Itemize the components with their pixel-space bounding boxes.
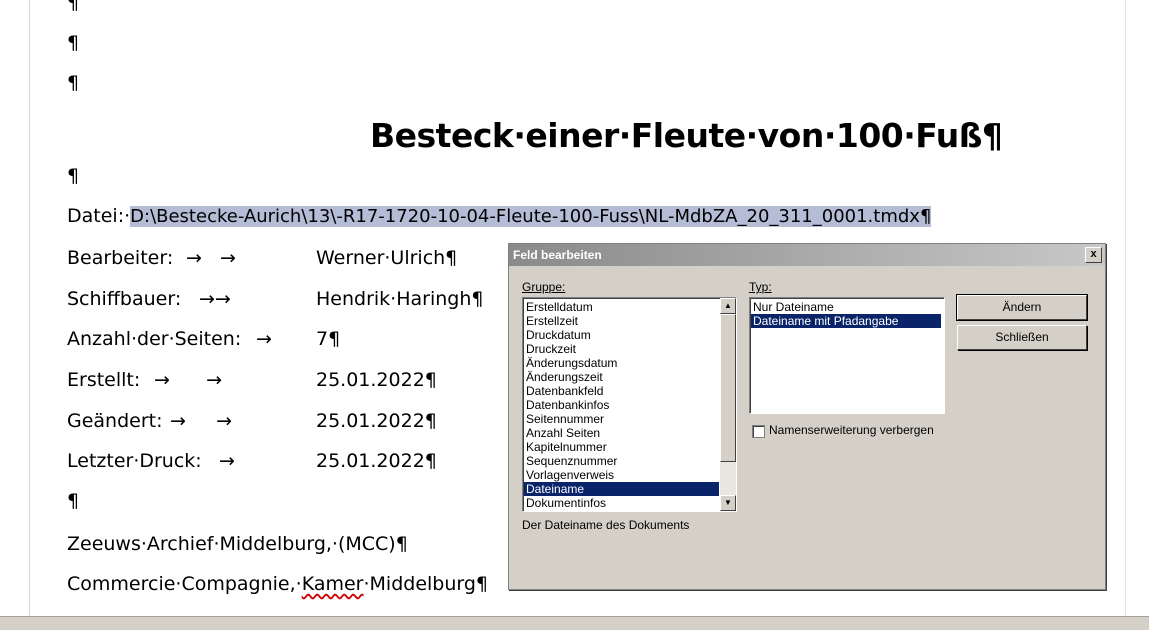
pilcrow-line-3: ¶ [67,72,80,94]
pilcrow-line-1: ¶ [67,0,80,14]
footer-line-2-part-a: Commercie·Compagnie,· [67,573,302,595]
typ-item[interactable]: Nur Dateiname [751,300,941,314]
gruppe-scrollbar[interactable]: ▲ ▼ [720,298,736,511]
field-label-anzahl-seiten: Anzahl·der·Seiten: [67,328,242,350]
datei-line: Datei:·D:\Bestecke-Aurich\13\-R17-1720-1… [67,204,932,229]
right-margin-line [1125,0,1126,616]
field-label-erstellt: Erstellt: [67,369,141,391]
field-value-erstellt: 25.01.2022¶ [316,369,437,391]
schliessen-button[interactable]: Schließen [957,325,1087,350]
gruppe-item[interactable]: Druckzeit [524,342,719,356]
field-value-bearbeiter: Werner·Ulrich¶ [316,247,458,269]
field-value-schiffbauer: Hendrik·Haringh¶ [316,288,484,310]
field-label-bearbeiter: Bearbeiter: [67,247,174,269]
gruppe-listbox[interactable]: Erstelldatum Erstellzeit Druckdatum Druckze… [522,297,737,512]
field-label-schiffbauer: Schiffbauer: [67,288,182,310]
aendern-button[interactable]: Ändern [956,294,1088,321]
typ-label: Typ: [749,280,772,294]
typ-list: Nur Dateiname Dateiname mit Pfadangabe [751,300,941,328]
gruppe-item[interactable]: Druckdatum [524,328,719,342]
dialog-title: Feld bearbeiten [513,248,602,262]
gruppe-item[interactable]: Kapitelnummer [524,440,719,454]
gruppe-item[interactable]: Dokumentinfos [524,496,719,510]
bottom-scrollbar-area[interactable] [0,616,1149,630]
datei-path-field[interactable]: D:\Bestecke-Aurich\13\-R17-1720-10-04-Fl… [130,206,932,227]
gruppe-item[interactable]: Vorlagenverweis [524,468,719,482]
tab-arrows: → [256,328,272,350]
gruppe-item[interactable]: Erstellzeit [524,314,719,328]
document-title: Besteck·einer·Fleute·von·100·Fuß¶ [370,116,1003,155]
gruppe-item[interactable]: Änderungsdatum [524,356,719,370]
pilcrow-after-title: ¶ [67,165,80,187]
dialog-titlebar[interactable]: Feld bearbeiten x [509,244,1105,266]
checkbox-label: Namenserweiterung verbergen [769,423,934,437]
field-description: Der Dateiname des Dokuments [522,518,690,532]
gruppe-label-text: Gruppe: [522,280,566,294]
gruppe-item[interactable]: Datenbankinfos [524,398,719,412]
gruppe-item[interactable]: Änderungszeit [524,370,719,384]
gruppe-list: Erstelldatum Erstellzeit Druckdatum Druckze… [524,300,719,510]
gruppe-item[interactable]: Erstelldatum [524,300,719,314]
footer-line-2: Commercie·Compagnie,·Kamer·Middelburg¶ [67,572,488,596]
tab-arrows: →→ [199,288,231,310]
gruppe-item[interactable]: Datenbankfeld [524,384,719,398]
field-label-geaendert: Geändert: [67,410,163,432]
footer-line-1: Zeeuws·Archief·Middelburg,·(MCC)¶ [67,533,408,555]
typ-listbox[interactable]: Nur Dateiname Dateiname mit Pfadangabe [749,297,945,414]
pilcrow-line-2: ¶ [67,32,80,54]
namenserweiterung-checkbox[interactable] [752,425,765,438]
gruppe-item[interactable]: Anzahl Seiten [524,426,719,440]
field-value-letzter-druck: 25.01.2022¶ [316,450,437,472]
footer-line-2-part-c: ·Middelburg¶ [363,573,489,595]
field-value-geaendert: 25.01.2022¶ [316,410,437,432]
edit-field-dialog: Feld bearbeiten x Gruppe: Erstelldatum Er… [508,243,1106,590]
datei-label: Datei:· [67,205,131,227]
scroll-thumb[interactable] [720,314,736,462]
gruppe-item[interactable]: Sequenznummer [524,454,719,468]
field-label-letzter-druck: Letzter·Druck: [67,450,202,472]
field-value-anzahl-seiten: 7¶ [316,328,341,350]
tab-arrows: → → [170,410,233,432]
gruppe-item[interactable]: Dateiname [524,482,719,496]
left-margin-line [29,0,30,616]
scroll-up-icon[interactable]: ▲ [720,298,736,314]
pilcrow-after-fields: ¶ [67,490,80,512]
tab-arrows: → → [186,247,236,269]
typ-label-text: Typ: [749,280,772,294]
spellcheck-word[interactable]: Kamer [302,573,364,595]
typ-item[interactable]: Dateiname mit Pfadangabe [751,314,941,328]
scroll-down-icon[interactable]: ▼ [720,495,736,511]
close-icon[interactable]: x [1085,247,1102,263]
tab-arrows: → [219,450,235,472]
gruppe-item[interactable]: Seitennummer [524,412,719,426]
tab-arrows: → → [154,369,223,391]
gruppe-label: Gruppe: [522,280,565,294]
